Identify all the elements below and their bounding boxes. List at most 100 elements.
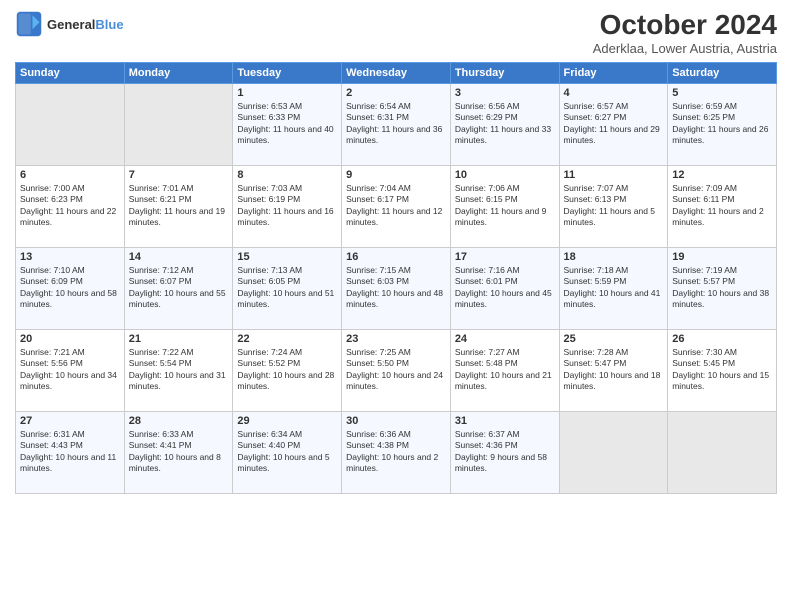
day-cell: 26 Sunrise: 7:30 AMSunset: 5:45 PMDayligh…	[668, 329, 777, 411]
day-cell: 25 Sunrise: 7:28 AMSunset: 5:47 PMDayligh…	[559, 329, 668, 411]
day-number: 23	[346, 333, 446, 345]
day-cell: 23Sunrise: 7:25 AMSunset: 5:50 PMDayligh…	[342, 329, 451, 411]
day-number: 16	[346, 251, 446, 263]
day-cell: 9 Sunrise: 7:04 AMSunset: 6:17 PMDaylight…	[342, 165, 451, 247]
day-cell: 24Sunrise: 7:27 AMSunset: 5:48 PMDayligh…	[450, 329, 559, 411]
day-detail: Sunrise: 7:15 AMSunset: 6:03 PMDaylight:…	[346, 265, 446, 311]
logo-icon	[15, 10, 43, 38]
day-cell: 12Sunrise: 7:09 AMSunset: 6:11 PMDayligh…	[668, 165, 777, 247]
day-detail: Sunrise: 7:06 AMSunset: 6:15 PMDaylight:…	[455, 183, 555, 229]
day-detail: Sunrise: 6:34 AMSunset: 4:40 PMDaylight:…	[237, 429, 337, 475]
day-detail: Sunrise: 7:19 AMSunset: 5:57 PMDaylight:…	[672, 265, 772, 311]
day-cell: 22 Sunrise: 7:24 AMSunset: 5:52 PMDayligh…	[233, 329, 342, 411]
day-number: 29	[237, 415, 337, 427]
day-detail: Sunrise: 6:59 AMSunset: 6:25 PMDaylight:…	[672, 101, 772, 147]
day-detail: Sunrise: 7:16 AMSunset: 6:01 PMDaylight:…	[455, 265, 555, 311]
day-number: 7	[129, 169, 229, 181]
day-number: 27	[20, 415, 120, 427]
day-number: 26	[672, 333, 772, 345]
day-number: 6	[20, 169, 120, 181]
week-row-0: 1 Sunrise: 6:53 AMSunset: 6:33 PMDaylight…	[16, 83, 777, 165]
day-cell: 17 Sunrise: 7:16 AMSunset: 6:01 PMDayligh…	[450, 247, 559, 329]
day-detail: Sunrise: 7:10 AMSunset: 6:09 PMDaylight:…	[20, 265, 120, 311]
weekday-header-thursday: Thursday	[450, 62, 559, 83]
weekday-header-saturday: Saturday	[668, 62, 777, 83]
day-detail: Sunrise: 6:36 AMSunset: 4:38 PMDaylight:…	[346, 429, 446, 475]
day-number: 22	[237, 333, 337, 345]
calendar-table: SundayMondayTuesdayWednesdayThursdayFrid…	[15, 62, 777, 494]
day-cell: 20 Sunrise: 7:21 AMSunset: 5:56 PMDayligh…	[16, 329, 125, 411]
day-detail: Sunrise: 7:12 AMSunset: 6:07 PMDaylight:…	[129, 265, 229, 311]
day-cell: 11Sunrise: 7:07 AMSunset: 6:13 PMDayligh…	[559, 165, 668, 247]
week-row-4: 27Sunrise: 6:31 AMSunset: 4:43 PMDayligh…	[16, 411, 777, 493]
day-number: 11	[564, 169, 664, 181]
weekday-header-friday: Friday	[559, 62, 668, 83]
day-cell: 3 Sunrise: 6:56 AMSunset: 6:29 PMDaylight…	[450, 83, 559, 165]
day-number: 19	[672, 251, 772, 263]
day-number: 15	[237, 251, 337, 263]
day-detail: Sunrise: 7:03 AMSunset: 6:19 PMDaylight:…	[237, 183, 337, 229]
week-row-3: 20 Sunrise: 7:21 AMSunset: 5:56 PMDayligh…	[16, 329, 777, 411]
day-detail: Sunrise: 6:37 AMSunset: 4:36 PMDaylight:…	[455, 429, 555, 475]
week-row-1: 6Sunrise: 7:00 AMSunset: 6:23 PMDaylight…	[16, 165, 777, 247]
calendar-page: GeneralBlue October 2024 Aderklaa, Lower…	[0, 0, 792, 612]
day-number: 18	[564, 251, 664, 263]
day-number: 12	[672, 169, 772, 181]
day-cell	[124, 83, 233, 165]
weekday-header-wednesday: Wednesday	[342, 62, 451, 83]
day-number: 1	[237, 87, 337, 99]
day-detail: Sunrise: 7:30 AMSunset: 5:45 PMDaylight:…	[672, 347, 772, 393]
day-number: 9	[346, 169, 446, 181]
day-cell: 5Sunrise: 6:59 AMSunset: 6:25 PMDaylight…	[668, 83, 777, 165]
day-number: 28	[129, 415, 229, 427]
day-number: 25	[564, 333, 664, 345]
header: GeneralBlue October 2024 Aderklaa, Lower…	[15, 10, 777, 56]
weekday-header-tuesday: Tuesday	[233, 62, 342, 83]
day-number: 30	[346, 415, 446, 427]
day-cell: 14 Sunrise: 7:12 AMSunset: 6:07 PMDayligh…	[124, 247, 233, 329]
day-cell: 6Sunrise: 7:00 AMSunset: 6:23 PMDaylight…	[16, 165, 125, 247]
day-cell: 31 Sunrise: 6:37 AMSunset: 4:36 PMDayligh…	[450, 411, 559, 493]
day-detail: Sunrise: 7:22 AMSunset: 5:54 PMDaylight:…	[129, 347, 229, 393]
location: Aderklaa, Lower Austria, Austria	[593, 41, 777, 56]
day-cell: 2 Sunrise: 6:54 AMSunset: 6:31 PMDaylight…	[342, 83, 451, 165]
day-detail: Sunrise: 7:13 AMSunset: 6:05 PMDaylight:…	[237, 265, 337, 311]
day-detail: Sunrise: 6:56 AMSunset: 6:29 PMDaylight:…	[455, 101, 555, 147]
day-number: 20	[20, 333, 120, 345]
title-block: October 2024 Aderklaa, Lower Austria, Au…	[593, 10, 777, 56]
day-number: 10	[455, 169, 555, 181]
day-number: 21	[129, 333, 229, 345]
day-detail: Sunrise: 7:21 AMSunset: 5:56 PMDaylight:…	[20, 347, 120, 393]
day-number: 31	[455, 415, 555, 427]
day-detail: Sunrise: 7:24 AMSunset: 5:52 PMDaylight:…	[237, 347, 337, 393]
weekday-header-monday: Monday	[124, 62, 233, 83]
day-detail: Sunrise: 7:28 AMSunset: 5:47 PMDaylight:…	[564, 347, 664, 393]
day-cell: 13Sunrise: 7:10 AMSunset: 6:09 PMDayligh…	[16, 247, 125, 329]
day-cell: 29 Sunrise: 6:34 AMSunset: 4:40 PMDayligh…	[233, 411, 342, 493]
day-number: 14	[129, 251, 229, 263]
day-detail: Sunrise: 7:01 AMSunset: 6:21 PMDaylight:…	[129, 183, 229, 229]
day-cell: 21 Sunrise: 7:22 AMSunset: 5:54 PMDayligh…	[124, 329, 233, 411]
day-cell: 18 Sunrise: 7:18 AMSunset: 5:59 PMDayligh…	[559, 247, 668, 329]
day-detail: Sunrise: 6:33 AMSunset: 4:41 PMDaylight:…	[129, 429, 229, 475]
day-number: 24	[455, 333, 555, 345]
weekday-header-row: SundayMondayTuesdayWednesdayThursdayFrid…	[16, 62, 777, 83]
day-detail: Sunrise: 7:18 AMSunset: 5:59 PMDaylight:…	[564, 265, 664, 311]
day-cell: 10 Sunrise: 7:06 AMSunset: 6:15 PMDayligh…	[450, 165, 559, 247]
day-detail: Sunrise: 6:53 AMSunset: 6:33 PMDaylight:…	[237, 101, 337, 147]
day-detail: Sunrise: 6:57 AMSunset: 6:27 PMDaylight:…	[564, 101, 664, 147]
day-cell	[559, 411, 668, 493]
day-cell	[16, 83, 125, 165]
logo-text: GeneralBlue	[47, 17, 124, 32]
day-number: 3	[455, 87, 555, 99]
day-cell: 19 Sunrise: 7:19 AMSunset: 5:57 PMDayligh…	[668, 247, 777, 329]
logo: GeneralBlue	[15, 10, 124, 38]
day-number: 17	[455, 251, 555, 263]
day-cell: 16 Sunrise: 7:15 AMSunset: 6:03 PMDayligh…	[342, 247, 451, 329]
day-cell: 15 Sunrise: 7:13 AMSunset: 6:05 PMDayligh…	[233, 247, 342, 329]
day-detail: Sunrise: 7:04 AMSunset: 6:17 PMDaylight:…	[346, 183, 446, 229]
day-detail: Sunrise: 6:54 AMSunset: 6:31 PMDaylight:…	[346, 101, 446, 147]
day-cell: 8Sunrise: 7:03 AMSunset: 6:19 PMDaylight…	[233, 165, 342, 247]
day-number: 2	[346, 87, 446, 99]
day-cell: 1 Sunrise: 6:53 AMSunset: 6:33 PMDaylight…	[233, 83, 342, 165]
